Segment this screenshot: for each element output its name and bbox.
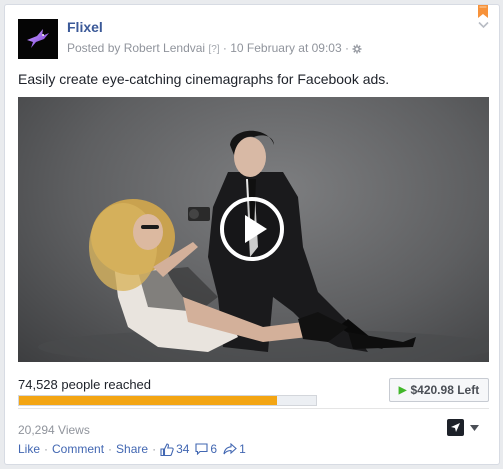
comments-count[interactable]: 6 xyxy=(195,442,217,456)
bookmark-ribbon-icon[interactable] xyxy=(478,5,488,18)
comment-link[interactable]: Comment xyxy=(52,442,104,456)
share-tool-icon xyxy=(447,419,464,436)
like-link[interactable]: Like xyxy=(18,442,40,456)
play-icon: ▶ xyxy=(398,384,407,396)
post-timestamp[interactable]: 10 February at 09:03 xyxy=(230,41,341,55)
budget-left-label: $420.98 Left xyxy=(410,383,480,397)
post-actions: Like · Comment · Share · 34 6 1 xyxy=(18,442,252,456)
share-arrow-icon xyxy=(223,443,237,455)
share-link[interactable]: Share xyxy=(116,442,148,456)
people-reached: 74,528 people reached xyxy=(18,377,152,392)
comment-bubble-icon xyxy=(195,443,208,455)
page-avatar[interactable] xyxy=(18,19,58,59)
likes-value: 34 xyxy=(176,442,190,456)
comments-value: 6 xyxy=(210,442,218,456)
divider xyxy=(18,408,489,409)
post-tools-menu[interactable] xyxy=(447,419,479,436)
shares-count[interactable]: 1 xyxy=(223,442,246,456)
boost-budget-button[interactable]: ▶ $420.98 Left xyxy=(389,378,489,402)
post-meta: Posted by Robert Lendvai [?] · 10 Februa… xyxy=(67,41,362,57)
post-card: Flixel Posted by Robert Lendvai [?] · 10… xyxy=(4,4,500,465)
help-link[interactable]: [?] xyxy=(208,44,219,55)
likes-count[interactable]: 34 xyxy=(160,442,189,456)
thumbs-up-icon xyxy=(160,442,174,456)
action-separator: · xyxy=(44,442,49,456)
gear-icon[interactable] xyxy=(352,43,362,57)
action-separator: · xyxy=(108,442,113,456)
chevron-down-icon xyxy=(470,424,479,431)
action-separator: · xyxy=(152,442,157,456)
chevron-down-icon[interactable] xyxy=(478,21,489,29)
posted-by[interactable]: Posted by Robert Lendvai xyxy=(67,41,205,55)
page-name[interactable]: Flixel xyxy=(67,19,103,35)
budget-progress-bar xyxy=(18,395,317,406)
play-icon[interactable] xyxy=(219,196,285,262)
video-player[interactable] xyxy=(18,97,489,362)
shares-value: 1 xyxy=(239,442,246,456)
hummingbird-logo-icon xyxy=(27,29,49,48)
views-count: 20,294 Views xyxy=(18,423,90,437)
meta-separator: · xyxy=(345,41,349,55)
post-text: Easily create eye-catching cinemagraphs … xyxy=(18,71,390,87)
meta-separator: · xyxy=(222,41,227,55)
budget-progress-fill xyxy=(19,396,278,405)
